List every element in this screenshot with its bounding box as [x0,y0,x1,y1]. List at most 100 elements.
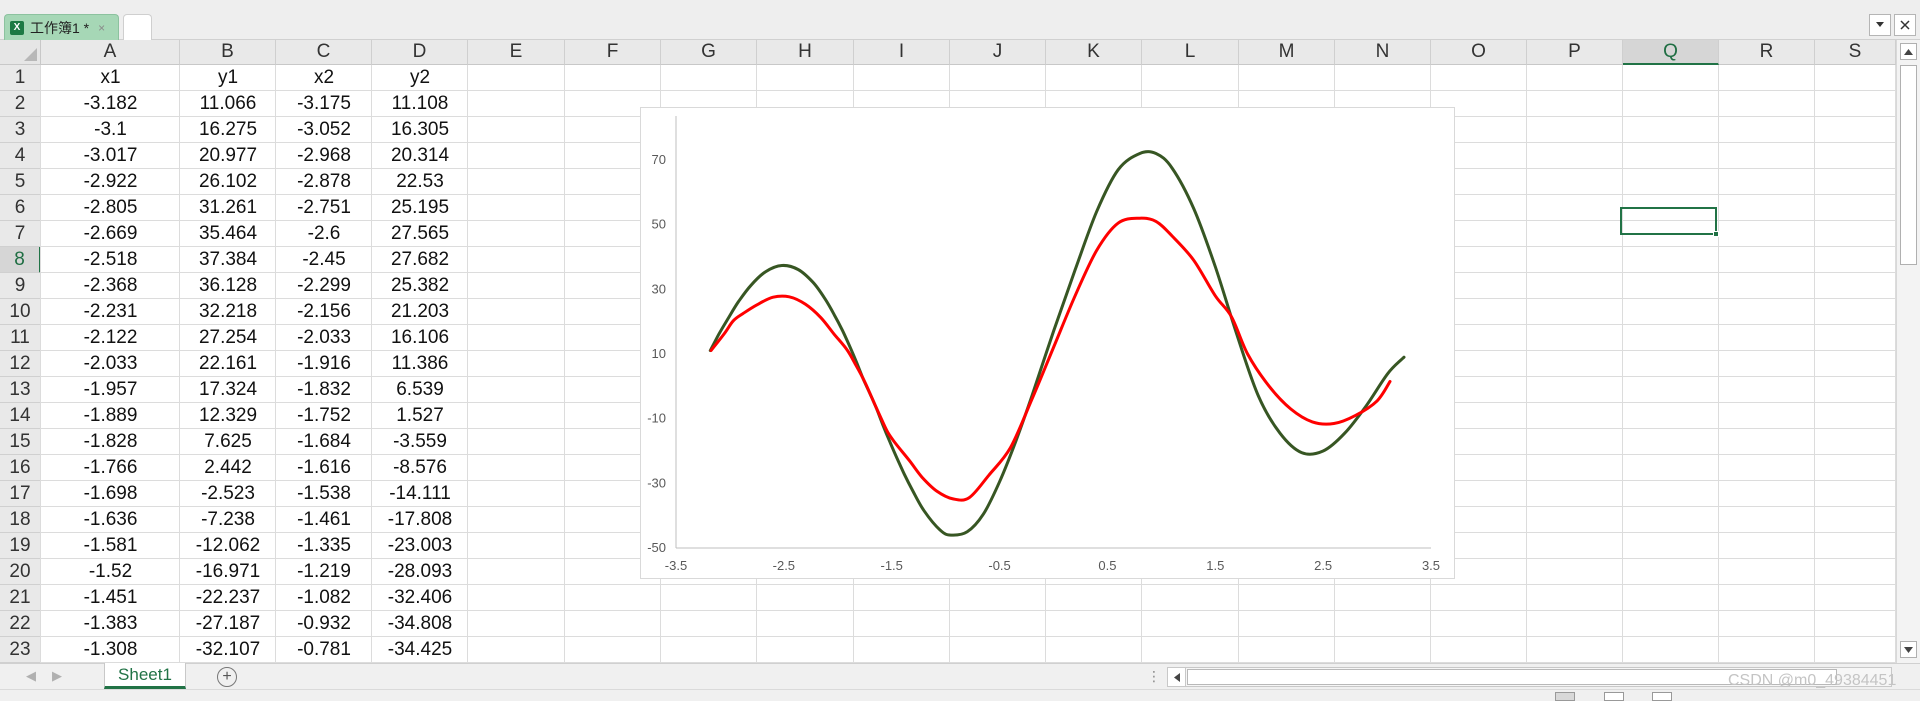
column-header-o[interactable]: O [1431,40,1527,65]
add-sheet-button[interactable]: + [217,667,237,687]
row-header-16[interactable]: 16 [0,455,41,481]
row-header-21[interactable]: 21 [0,585,41,611]
column-header-s[interactable]: S [1815,40,1896,65]
cell-d1[interactable]: y2 [372,65,468,91]
vertical-scrollbar[interactable] [1896,40,1920,663]
cell-b19[interactable]: -12.062 [180,533,276,559]
cell-c8[interactable]: -2.45 [276,247,372,273]
cell-d12[interactable]: 11.386 [372,351,468,377]
cell-b21[interactable]: -22.237 [180,585,276,611]
cell-d13[interactable]: 6.539 [372,377,468,403]
cell-c21[interactable]: -1.082 [276,585,372,611]
column-header-f[interactable]: F [565,40,661,65]
cell-c6[interactable]: -2.751 [276,195,372,221]
cell-a15[interactable]: -1.828 [41,429,180,455]
cell-a1[interactable]: x1 [41,65,180,91]
cell-d7[interactable]: 27.565 [372,221,468,247]
cell-b17[interactable]: -2.523 [180,481,276,507]
cell-a6[interactable]: -2.805 [41,195,180,221]
cell-c14[interactable]: -1.752 [276,403,372,429]
cell-d19[interactable]: -23.003 [372,533,468,559]
row-header-9[interactable]: 9 [0,273,41,299]
cell-d2[interactable]: 11.108 [372,91,468,117]
row-header-20[interactable]: 20 [0,559,41,585]
scroll-up-button[interactable] [1900,43,1917,60]
row-header-22[interactable]: 22 [0,611,41,637]
row-header-11[interactable]: 11 [0,325,41,351]
cell-d10[interactable]: 21.203 [372,299,468,325]
cell-d11[interactable]: 16.106 [372,325,468,351]
column-header-a[interactable]: A [41,40,180,65]
cell-d21[interactable]: -32.406 [372,585,468,611]
cell-b11[interactable]: 27.254 [180,325,276,351]
row-header-8[interactable]: 8 [0,247,41,273]
cell-c18[interactable]: -1.461 [276,507,372,533]
cell-a14[interactable]: -1.889 [41,403,180,429]
scatter-chart[interactable]: 70 50 30 10 -10 -30 -50 -3.5 -2.5 -1.5 -0.5 0.5 1.5 2… [640,107,1455,579]
cell-d9[interactable]: 25.382 [372,273,468,299]
column-header-b[interactable]: B [180,40,276,65]
active-cell-selection[interactable] [1620,207,1717,235]
cell-a23[interactable]: -1.308 [41,637,180,663]
cell-c10[interactable]: -2.156 [276,299,372,325]
row-header-10[interactable]: 10 [0,299,41,325]
window-close-button[interactable] [1894,14,1916,36]
row-header-6[interactable]: 6 [0,195,41,221]
row-header-1[interactable]: 1 [0,65,41,91]
cell-c16[interactable]: -1.616 [276,455,372,481]
cell-a16[interactable]: -1.766 [41,455,180,481]
cell-b12[interactable]: 22.161 [180,351,276,377]
row-header-18[interactable]: 18 [0,507,41,533]
cell-a22[interactable]: -1.383 [41,611,180,637]
cell-d6[interactable]: 25.195 [372,195,468,221]
cell-b9[interactable]: 36.128 [180,273,276,299]
cell-d17[interactable]: -14.111 [372,481,468,507]
row-header-17[interactable]: 17 [0,481,41,507]
row-header-23[interactable]: 23 [0,637,41,663]
cell-b1[interactable]: y1 [180,65,276,91]
dropdown-menu-button[interactable] [1869,14,1891,36]
cell-a10[interactable]: -2.231 [41,299,180,325]
column-header-i[interactable]: I [854,40,950,65]
cell-c7[interactable]: -2.6 [276,221,372,247]
cell-b13[interactable]: 17.324 [180,377,276,403]
sheet-next-icon[interactable]: ▶ [52,668,62,684]
cell-a2[interactable]: -3.182 [41,91,180,117]
cell-c12[interactable]: -1.916 [276,351,372,377]
cell-d23[interactable]: -34.425 [372,637,468,663]
cell-d14[interactable]: 1.527 [372,403,468,429]
column-header-r[interactable]: R [1719,40,1815,65]
cell-c15[interactable]: -1.684 [276,429,372,455]
row-header-15[interactable]: 15 [0,429,41,455]
column-header-p[interactable]: P [1527,40,1623,65]
cell-c22[interactable]: -0.932 [276,611,372,637]
cell-d18[interactable]: -17.808 [372,507,468,533]
cell-c9[interactable]: -2.299 [276,273,372,299]
cell-c5[interactable]: -2.878 [276,169,372,195]
cell-d5[interactable]: 22.53 [372,169,468,195]
cell-c11[interactable]: -2.033 [276,325,372,351]
cell-b5[interactable]: 26.102 [180,169,276,195]
tab-workbook[interactable]: X 工作簿1 * × [4,14,119,40]
normal-view-icon[interactable] [1555,692,1575,701]
cell-c13[interactable]: -1.832 [276,377,372,403]
scroll-left-button[interactable] [1168,668,1186,686]
cell-b15[interactable]: 7.625 [180,429,276,455]
row-header-19[interactable]: 19 [0,533,41,559]
cell-b14[interactable]: 12.329 [180,403,276,429]
column-header-j[interactable]: J [950,40,1046,65]
row-header-3[interactable]: 3 [0,117,41,143]
cell-c1[interactable]: x2 [276,65,372,91]
cell-b8[interactable]: 37.384 [180,247,276,273]
cell-c17[interactable]: -1.538 [276,481,372,507]
vertical-scroll-thumb[interactable] [1900,65,1917,265]
cell-a18[interactable]: -1.636 [41,507,180,533]
cell-d8[interactable]: 27.682 [372,247,468,273]
cell-b18[interactable]: -7.238 [180,507,276,533]
column-header-c[interactable]: C [276,40,372,65]
row-header-14[interactable]: 14 [0,403,41,429]
column-header-m[interactable]: M [1239,40,1335,65]
cell-b2[interactable]: 11.066 [180,91,276,117]
cell-b23[interactable]: -32.107 [180,637,276,663]
cell-d4[interactable]: 20.314 [372,143,468,169]
